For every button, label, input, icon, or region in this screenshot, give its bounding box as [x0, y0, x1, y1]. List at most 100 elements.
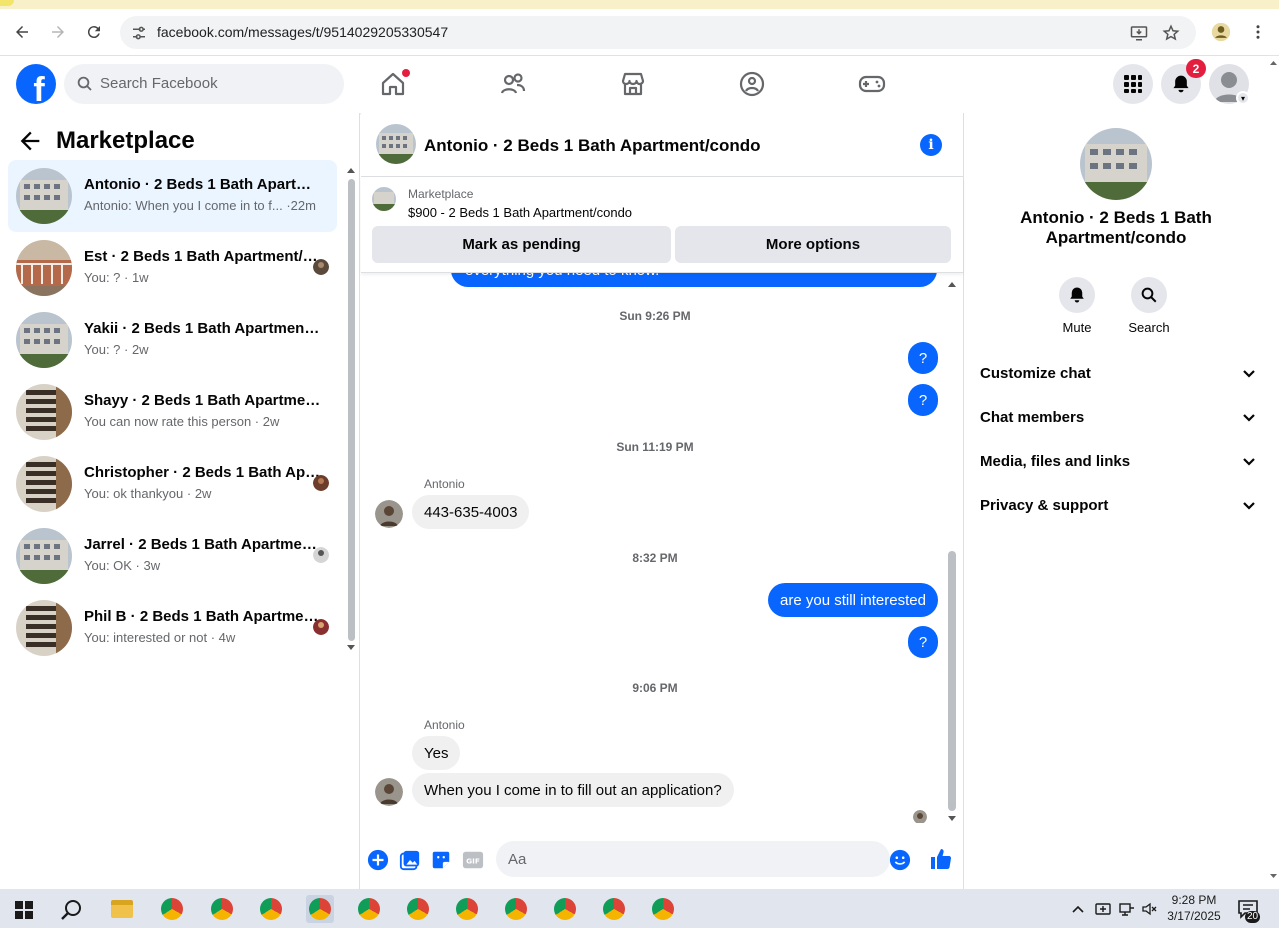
chrome-logo-icon: [554, 898, 576, 920]
facebook-logo[interactable]: f: [16, 64, 56, 104]
seen-avatar: [313, 259, 329, 275]
sender-avatar[interactable]: [375, 778, 403, 806]
photo-icon[interactable]: [399, 849, 421, 871]
conversation-name: Est · 2 Beds 1 Bath Apartment/condo: [84, 248, 322, 265]
volume-muted-icon[interactable]: [1142, 901, 1158, 917]
mark-as-pending-button[interactable]: Mark as pending: [372, 226, 671, 263]
facebook-search-input[interactable]: Search Facebook: [64, 64, 344, 104]
search-placeholder: Search Facebook: [100, 75, 218, 92]
conversation-item[interactable]: Jarrel · 2 Beds 1 Bath Apartment/condo Y…: [8, 520, 337, 592]
sticker-icon[interactable]: [430, 849, 452, 871]
url-text[interactable]: facebook.com/messages/t/9514029205330547: [157, 24, 448, 40]
listing-kind: Marketplace: [408, 187, 474, 201]
mute-button[interactable]: Mute: [1047, 277, 1107, 335]
tab-edge: [0, 0, 14, 6]
sender-avatar[interactable]: [375, 500, 403, 528]
conversation-preview: You: OK · 3w: [84, 558, 161, 573]
conversation-name: Antonio · 2 Beds 1 Bath Apartment/condo: [84, 176, 322, 193]
chrome-profile-icon[interactable]: [306, 895, 334, 923]
emoji-icon[interactable]: [889, 849, 911, 871]
like-thumb-icon[interactable]: [929, 847, 953, 871]
taskbar-search-icon[interactable]: [60, 898, 84, 922]
address-bar[interactable]: facebook.com/messages/t/9514029205330547: [120, 16, 1196, 49]
listing-thumbnail: [16, 240, 72, 296]
gif-icon[interactable]: GIF: [462, 849, 484, 871]
chrome-profile-icon[interactable]: [404, 895, 432, 923]
site-info-icon[interactable]: [130, 24, 148, 42]
chrome-profile-icon[interactable]: [600, 895, 628, 923]
timestamp: 8:32 PM: [632, 551, 678, 565]
add-plus-icon[interactable]: [367, 849, 389, 871]
more-options-button[interactable]: More options: [675, 226, 951, 263]
chrome-logo-icon: [505, 898, 527, 920]
conversation-item[interactable]: Phil B · 2 Beds 1 Bath Apartment/condo Y…: [8, 592, 337, 664]
back-icon[interactable]: [9, 19, 35, 45]
account-chevron-icon[interactable]: ▾: [1236, 91, 1250, 105]
mute-bell-icon: [1059, 277, 1095, 313]
bookmark-star-icon[interactable]: [1162, 24, 1182, 44]
conversation-item[interactable]: Yakii · 2 Beds 1 Bath Apartment/condo Yo…: [8, 304, 337, 376]
chrome-profile-icon[interactable]: [502, 895, 530, 923]
marketplace-icon[interactable]: [619, 70, 647, 98]
browser-tab-strip: [0, 0, 1279, 9]
media-files-links-section[interactable]: Media, files and links: [980, 439, 1256, 483]
chrome-logo-icon: [211, 898, 233, 920]
chat-title[interactable]: Antonio · 2 Beds 1 Bath Apartment/condo: [424, 136, 761, 156]
install-app-icon[interactable]: [1130, 24, 1150, 44]
conversation-item[interactable]: Antonio · 2 Beds 1 Bath Apartment/condo …: [8, 160, 337, 232]
timestamp: 9:06 PM: [632, 681, 678, 695]
chat-avatar[interactable]: [376, 124, 416, 164]
message-list-scrollbar[interactable]: [946, 273, 958, 823]
groups-icon[interactable]: [738, 70, 766, 98]
back-arrow-icon[interactable]: [16, 127, 44, 155]
chrome-profile-icon[interactable]: [257, 895, 285, 923]
chevron-down-icon: [1242, 410, 1256, 424]
network-icon[interactable]: [1119, 901, 1135, 917]
listing-thumbnail: [16, 168, 72, 224]
chrome-profile-icon[interactable]: [551, 895, 579, 923]
message-bubble-outgoing: are you still interested: [768, 583, 938, 617]
conversation-preview: You: ok thankyou · 2w: [84, 486, 212, 501]
gaming-icon[interactable]: [858, 70, 886, 98]
chat-profile-name: Antonio · 2 Beds 1 Bath Apartment/condo: [1020, 208, 1212, 247]
chrome-profile-icon[interactable]: [453, 895, 481, 923]
chrome-profile-icon[interactable]: [649, 895, 677, 923]
browser-menu-icon[interactable]: [1245, 19, 1271, 45]
search-in-chat-button[interactable]: Search: [1119, 277, 1179, 335]
conversation-preview: You: ? · 1w: [84, 270, 149, 285]
chat-profile-image[interactable]: [1080, 128, 1152, 200]
message-bubble-outgoing: everything you need to know.: [451, 273, 937, 287]
reload-icon[interactable]: [81, 19, 107, 45]
listing-description[interactable]: $900 - 2 Beds 1 Bath Apartment/condo: [408, 205, 632, 220]
tray-chevron-up-icon[interactable]: [1070, 901, 1086, 917]
privacy-support-section[interactable]: Privacy & support: [980, 483, 1256, 527]
message-bubble-outgoing: ?: [908, 342, 938, 374]
file-explorer-icon[interactable]: [108, 895, 136, 923]
chat-members-section[interactable]: Chat members: [980, 395, 1256, 439]
chrome-logo-icon: [407, 898, 429, 920]
svg-text:GIF: GIF: [466, 857, 480, 866]
conversation-item[interactable]: Christopher · 2 Beds 1 Bath Apartment/co…: [8, 448, 337, 520]
chrome-logo-icon: [652, 898, 674, 920]
profile-icon[interactable]: [1208, 19, 1234, 45]
scrollbar-thumb[interactable]: [948, 551, 956, 811]
chrome-icon[interactable]: [158, 895, 186, 923]
message-bubble-outgoing: ?: [908, 626, 938, 658]
windows-start-icon[interactable]: [15, 901, 33, 919]
conversation-list-scrollbar[interactable]: [346, 165, 356, 655]
info-icon[interactable]: i: [920, 134, 942, 156]
message-bubble-incoming[interactable]: 443-635-4003: [412, 495, 530, 529]
chrome-profile-icon[interactable]: [208, 895, 236, 923]
taskbar-clock[interactable]: 9:28 PM 3/17/2025: [1163, 892, 1225, 924]
forward-icon[interactable]: [45, 19, 71, 45]
menu-grid-icon[interactable]: [1113, 64, 1153, 104]
chrome-profile-icon[interactable]: [355, 895, 383, 923]
customize-chat-section[interactable]: Customize chat: [980, 351, 1256, 395]
page-scrollbar[interactable]: [1268, 56, 1279, 889]
conversation-item[interactable]: Est · 2 Beds 1 Bath Apartment/condo You:…: [8, 232, 337, 304]
scrollbar-thumb[interactable]: [348, 179, 355, 641]
conversation-item[interactable]: Shayy · 2 Beds 1 Bath Apartment/condo Yo…: [8, 376, 337, 448]
message-input[interactable]: Aa: [496, 841, 911, 877]
friends-icon[interactable]: [499, 70, 527, 98]
tray-app-icon[interactable]: [1095, 901, 1111, 917]
